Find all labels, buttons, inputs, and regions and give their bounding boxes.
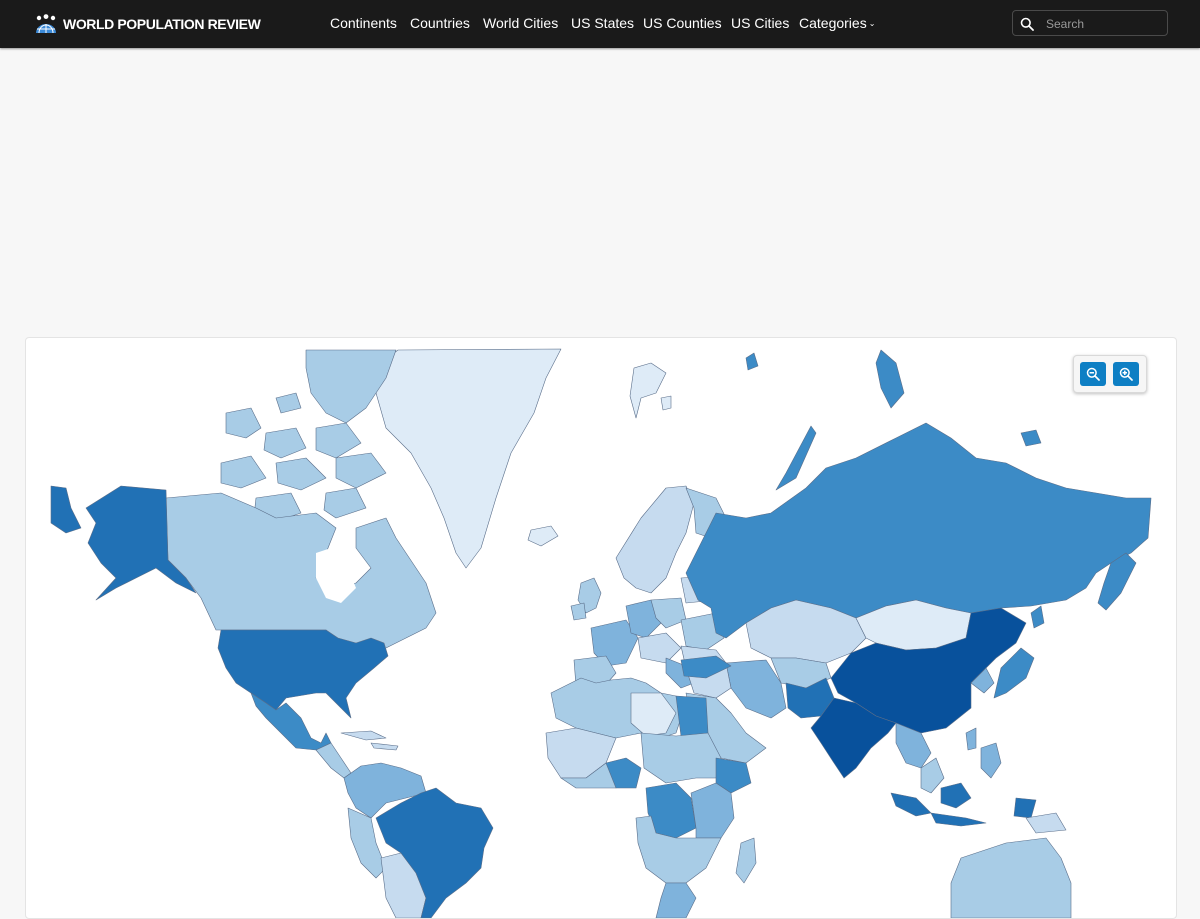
region-scandinavia (615, 485, 695, 594)
ad-placeholder (0, 48, 1200, 336)
nav-us-counties[interactable]: US Counties (643, 15, 722, 31)
nav-world-cities[interactable]: World Cities (483, 15, 558, 31)
nav-us-states[interactable]: US States (571, 15, 634, 31)
zoom-out-icon (1086, 367, 1100, 381)
world-choropleth-map[interactable] (26, 338, 1176, 918)
nav-continents[interactable]: Continents (330, 15, 397, 31)
zoom-in-icon (1119, 367, 1133, 381)
region-mexico (250, 692, 332, 751)
region-indonesia (890, 792, 932, 817)
search-input[interactable] (1044, 14, 1166, 34)
nav-categories-label: Categories (799, 15, 867, 31)
nav-us-cities[interactable]: US Cities (731, 15, 789, 31)
search-box[interactable] (1012, 10, 1168, 36)
search-icon (1020, 17, 1034, 31)
nav-countries[interactable]: Countries (410, 15, 470, 31)
region-australia (950, 837, 1072, 918)
region-canada (165, 492, 437, 654)
region-usa (217, 629, 389, 719)
nav-categories[interactable]: Categories ⌄ (799, 15, 875, 31)
chevron-down-icon: ⌄ (868, 19, 876, 28)
zoom-controls (1073, 355, 1147, 393)
zoom-out-button[interactable] (1080, 362, 1106, 386)
top-navigation-bar: WORLD POPULATION REVIEW Continents Count… (0, 0, 1200, 48)
region-egypt (675, 695, 709, 737)
map-card (25, 337, 1177, 919)
zoom-in-button[interactable] (1113, 362, 1139, 386)
